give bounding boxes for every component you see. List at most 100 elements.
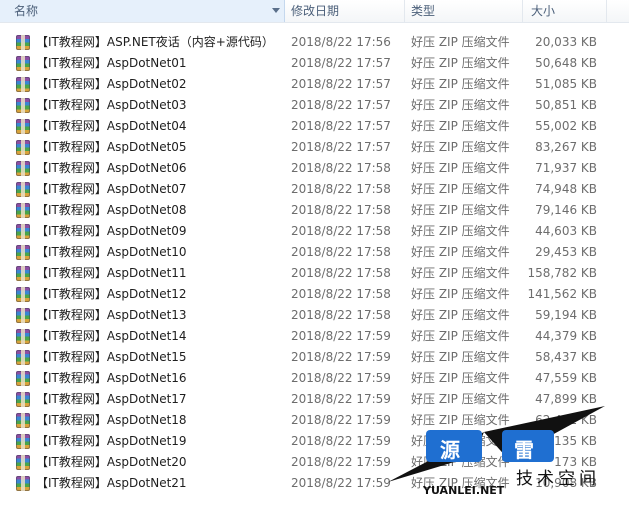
file-name: 【IT教程网】AspDotNet07 xyxy=(36,182,187,196)
file-type: 好压 ZIP 压缩文件 xyxy=(411,119,510,133)
file-size: 79,146 KB xyxy=(535,203,597,217)
file-size: 44,603 KB xyxy=(535,224,597,238)
zip-archive-icon xyxy=(16,203,30,218)
file-row[interactable]: 【IT教程网】AspDotNet15 2018/8/22 17:59 好压 ZIP … xyxy=(0,347,629,368)
file-type: 好压 ZIP 压缩文件 xyxy=(411,56,510,70)
zip-archive-icon xyxy=(16,350,30,365)
file-size: 173 KB xyxy=(554,455,597,469)
file-type: 好压 ZIP 压缩文件 xyxy=(411,434,510,448)
file-row[interactable]: 【IT教程网】AspDotNet07 2018/8/22 17:58 好压 ZIP … xyxy=(0,179,629,200)
file-row[interactable]: 【IT教程网】AspDotNet19 2018/8/22 17:59 好压 ZIP … xyxy=(0,431,629,452)
file-row[interactable]: 【IT教程网】AspDotNet03 2018/8/22 17:57 好压 ZIP … xyxy=(0,95,629,116)
file-row[interactable]: 【IT教程网】AspDotNet21 2018/8/22 17:59 好压 ZIP … xyxy=(0,473,629,494)
file-row[interactable]: 【IT教程网】AspDotNet05 2018/8/22 17:57 好压 ZIP … xyxy=(0,137,629,158)
file-type: 好压 ZIP 压缩文件 xyxy=(411,182,510,196)
file-type: 好压 ZIP 压缩文件 xyxy=(411,161,510,175)
file-type: 好压 ZIP 压缩文件 xyxy=(411,287,510,301)
file-date: 2018/8/22 17:59 xyxy=(291,455,391,469)
column-header-date[interactable]: 修改日期 xyxy=(285,0,405,22)
file-type: 好压 ZIP 压缩文件 xyxy=(411,350,510,364)
file-type: 好压 ZIP 压缩文件 xyxy=(411,266,510,280)
file-name: 【IT教程网】AspDotNet17 xyxy=(36,392,187,406)
file-date: 2018/8/22 17:57 xyxy=(291,56,391,70)
file-row[interactable]: 【IT教程网】AspDotNet02 2018/8/22 17:57 好压 ZIP … xyxy=(0,74,629,95)
file-size: 62,461 KB xyxy=(535,413,597,427)
file-size: 29,453 KB xyxy=(535,245,597,259)
file-row[interactable]: 【IT教程网】AspDotNet11 2018/8/22 17:58 好压 ZIP … xyxy=(0,263,629,284)
file-date: 2018/8/22 17:58 xyxy=(291,308,391,322)
file-type: 好压 ZIP 压缩文件 xyxy=(411,224,510,238)
file-name: 【IT教程网】AspDotNet02 xyxy=(36,77,187,91)
file-type: 好压 ZIP 压缩文件 xyxy=(411,245,510,259)
file-date: 2018/8/22 17:59 xyxy=(291,350,391,364)
zip-archive-icon xyxy=(16,413,30,428)
file-date: 2018/8/22 17:59 xyxy=(291,371,391,385)
file-name: 【IT教程网】AspDotNet10 xyxy=(36,245,187,259)
zip-archive-icon xyxy=(16,266,30,281)
file-size: 135 KB xyxy=(554,434,597,448)
file-name: 【IT教程网】AspDotNet06 xyxy=(36,161,187,175)
file-size: 47,559 KB xyxy=(535,371,597,385)
file-name: 【IT教程网】AspDotNet13 xyxy=(36,308,187,322)
zip-archive-icon xyxy=(16,371,30,386)
file-row[interactable]: 【IT教程网】AspDotNet10 2018/8/22 17:58 好压 ZIP … xyxy=(0,242,629,263)
zip-archive-icon xyxy=(16,329,30,344)
sort-down-arrow-icon xyxy=(272,8,280,13)
zip-archive-icon xyxy=(16,161,30,176)
file-date: 2018/8/22 17:59 xyxy=(291,476,391,490)
file-row[interactable]: 【IT教程网】AspDotNet09 2018/8/22 17:58 好压 ZIP … xyxy=(0,221,629,242)
zip-archive-icon xyxy=(16,35,30,50)
file-date: 2018/8/22 17:58 xyxy=(291,203,391,217)
file-date: 2018/8/22 17:57 xyxy=(291,98,391,112)
file-type: 好压 ZIP 压缩文件 xyxy=(411,77,510,91)
zip-archive-icon xyxy=(16,56,30,71)
file-size: 44,379 KB xyxy=(535,329,597,343)
zip-archive-icon xyxy=(16,476,30,491)
file-row[interactable]: 【IT教程网】AspDotNet17 2018/8/22 17:59 好压 ZIP … xyxy=(0,389,629,410)
file-row[interactable]: 【IT教程网】AspDotNet16 2018/8/22 17:59 好压 ZIP … xyxy=(0,368,629,389)
file-row[interactable]: 【IT教程网】AspDotNet08 2018/8/22 17:58 好压 ZIP … xyxy=(0,200,629,221)
file-type: 好压 ZIP 压缩文件 xyxy=(411,35,510,49)
zip-archive-icon xyxy=(16,77,30,92)
file-size: 58,437 KB xyxy=(535,350,597,364)
file-date: 2018/8/22 17:58 xyxy=(291,182,391,196)
file-row[interactable]: 【IT教程网】AspDotNet14 2018/8/22 17:59 好压 ZIP … xyxy=(0,326,629,347)
file-date: 2018/8/22 17:57 xyxy=(291,77,391,91)
file-type: 好压 ZIP 压缩文件 xyxy=(411,329,510,343)
file-row[interactable]: 【IT教程网】AspDotNet01 2018/8/22 17:57 好压 ZIP … xyxy=(0,53,629,74)
file-row[interactable]: 【IT教程网】AspDotNet18 2018/8/22 17:59 好压 ZIP … xyxy=(0,410,629,431)
file-date: 2018/8/22 17:57 xyxy=(291,140,391,154)
file-name: 【IT教程网】AspDotNet21 xyxy=(36,476,187,490)
file-date: 2018/8/22 17:59 xyxy=(291,329,391,343)
file-type: 好压 ZIP 压缩文件 xyxy=(411,203,510,217)
file-row[interactable]: 【IT教程网】ASP.NET夜话（内容+源代码） 2018/8/22 17:56 好… xyxy=(0,32,629,53)
column-header-size[interactable]: 大小 xyxy=(523,0,607,22)
column-header-type[interactable]: 类型 xyxy=(405,0,523,22)
file-row[interactable]: 【IT教程网】AspDotNet20 2018/8/22 17:59 好压 ZIP … xyxy=(0,452,629,473)
file-date: 2018/8/22 17:58 xyxy=(291,287,391,301)
file-name: 【IT教程网】AspDotNet15 xyxy=(36,350,187,364)
file-row[interactable]: 【IT教程网】AspDotNet04 2018/8/22 17:57 好压 ZIP … xyxy=(0,116,629,137)
file-date: 2018/8/22 17:57 xyxy=(291,119,391,133)
file-type: 好压 ZIP 压缩文件 xyxy=(411,413,510,427)
zip-archive-icon xyxy=(16,455,30,470)
zip-archive-icon xyxy=(16,434,30,449)
file-row[interactable]: 【IT教程网】AspDotNet13 2018/8/22 17:58 好压 ZIP … xyxy=(0,305,629,326)
zip-archive-icon xyxy=(16,308,30,323)
file-size: 50,851 KB xyxy=(535,98,597,112)
file-name: 【IT教程网】AspDotNet05 xyxy=(36,140,187,154)
file-size: 50,648 KB xyxy=(535,56,597,70)
file-row[interactable]: 【IT教程网】AspDotNet12 2018/8/22 17:58 好压 ZIP … xyxy=(0,284,629,305)
file-name: 【IT教程网】AspDotNet12 xyxy=(36,287,187,301)
zip-archive-icon xyxy=(16,245,30,260)
file-list: 【IT教程网】ASP.NET夜话（内容+源代码） 2018/8/22 17:56 好… xyxy=(0,32,629,494)
file-type: 好压 ZIP 压缩文件 xyxy=(411,98,510,112)
column-header-name[interactable]: 名称 xyxy=(0,0,285,22)
zip-archive-icon xyxy=(16,98,30,113)
file-row[interactable]: 【IT教程网】AspDotNet06 2018/8/22 17:58 好压 ZIP … xyxy=(0,158,629,179)
file-size: 55,002 KB xyxy=(535,119,597,133)
file-name: 【IT教程网】AspDotNet16 xyxy=(36,371,187,385)
zip-archive-icon xyxy=(16,224,30,239)
file-type: 好压 ZIP 压缩文件 xyxy=(411,308,510,322)
file-type: 好压 ZIP 压缩文件 xyxy=(411,392,510,406)
